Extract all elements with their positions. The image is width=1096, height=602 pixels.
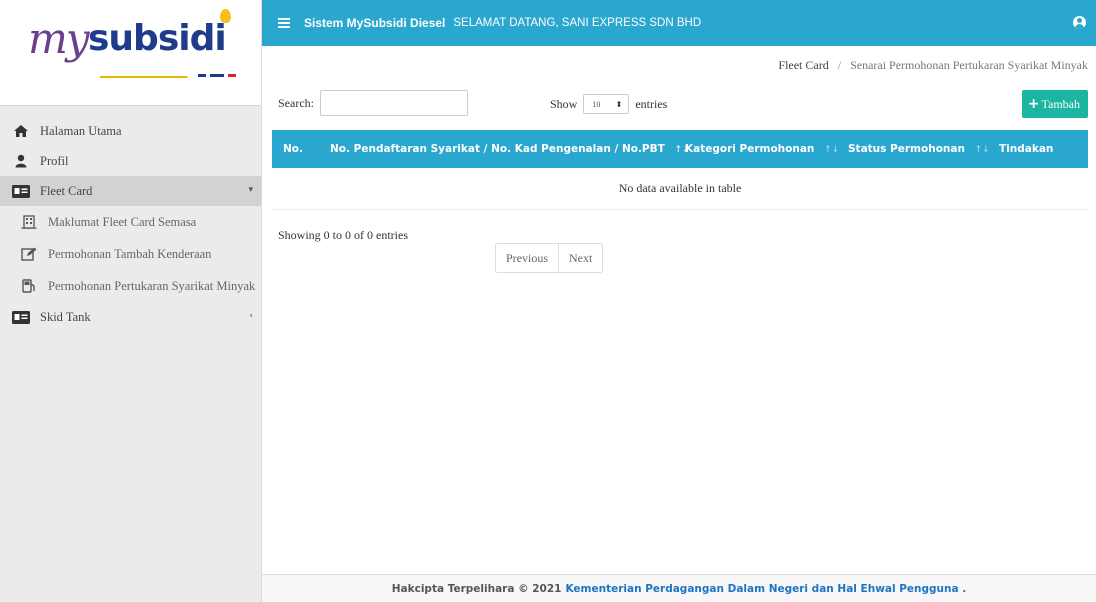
id-card-icon (12, 184, 30, 198)
previous-button[interactable]: Previous (496, 244, 558, 272)
entries-label: entries (635, 96, 668, 111)
welcome-text: SELAMAT DATANG, SANI EXPRESS SDN BHD (453, 17, 702, 29)
id-card-icon (12, 310, 30, 324)
select-arrows-icon: ⬍ (615, 99, 623, 109)
column-header-no[interactable]: No. (283, 143, 303, 155)
system-title: Sistem MySubsidi Diesel (304, 16, 446, 30)
next-button[interactable]: Next (558, 244, 603, 272)
main-content: Fleet Card / Senarai Permohonan Pertukar… (262, 46, 1096, 574)
building-icon (20, 215, 38, 229)
footer-org-link[interactable]: Kementerian Perdagangan Dalam Negeri dan… (565, 583, 966, 595)
show-label: Show (550, 96, 578, 111)
fuel-drop-icon (220, 9, 231, 23)
column-header-kategori[interactable]: Kategori Permohonan ↑↓ (685, 143, 839, 155)
column-header-status[interactable]: Status Permohonan ↑↓ (848, 143, 990, 155)
app-root: my subsidi Halaman Utama Profil Fleet Ca… (0, 0, 1096, 602)
page-size-value: 10 (592, 99, 601, 109)
chevron-left-icon: ‹ (249, 311, 253, 321)
search-input[interactable] (319, 90, 468, 116)
breadcrumb-current: Senarai Permohonan Pertukaran Syarikat M… (850, 58, 1088, 72)
sort-icon: ↑↓ (974, 145, 990, 155)
page-size-control: Show 10 ⬍ entries (550, 94, 667, 114)
table-empty-row: No data available in table (272, 168, 1088, 210)
pagination: Previous Next (495, 243, 604, 273)
sidebar: my subsidi Halaman Utama Profil Fleet Ca… (0, 0, 262, 602)
sidebar-item-label: Profil (40, 153, 69, 168)
sidebar-item-skid-tank[interactable]: Skid Tank ‹ (0, 302, 261, 332)
logo-my-text: my (28, 14, 90, 63)
logo-dashes (198, 74, 236, 77)
add-button-label: Tambah (1041, 96, 1080, 111)
edit-icon (20, 247, 38, 261)
user-account-icon[interactable] (1073, 16, 1086, 29)
home-icon (12, 124, 30, 138)
sidebar-subitem-maklumat-fleet-card[interactable]: Maklumat Fleet Card Semasa (0, 206, 261, 238)
sidebar-subitem-pertukaran-syarikat-minyak[interactable]: Permohonan Pertukaran Syarikat Minyak (0, 270, 261, 302)
add-button[interactable]: + Tambah (1021, 90, 1088, 118)
sidebar-item-label: Fleet Card (40, 183, 93, 198)
footer: Hakcipta Terpelihara © 2021 Kementerian … (262, 574, 1096, 602)
sidebar-item-fleet-card[interactable]: Fleet Card ▾ (0, 176, 261, 206)
search-label: Search: (278, 95, 314, 110)
footer-copyright: Hakcipta Terpelihara © 2021 (391, 582, 562, 595)
column-header-no-pendaftaran[interactable]: No. Pendaftaran Syarikat / No. Kad Penge… (330, 143, 690, 155)
sidebar-item-halaman-utama[interactable]: Halaman Utama (0, 116, 261, 146)
fleet-card-submenu: Maklumat Fleet Card Semasa Permohonan Ta… (0, 206, 261, 302)
table-info: Showing 0 to 0 of 0 entries (278, 228, 408, 242)
plus-icon: + (1027, 96, 1040, 112)
search-row: Search: (278, 90, 468, 116)
breadcrumb: Fleet Card / Senarai Permohonan Pertukar… (778, 58, 1088, 73)
sidebar-subitem-tambah-kenderaan[interactable]: Permohonan Tambah Kenderaan (0, 238, 261, 270)
sidebar-menu: Halaman Utama Profil Fleet Card ▾ Maklum… (0, 106, 261, 332)
logo-subsidi-text: subsidi (88, 18, 227, 59)
sidebar-item-label: Skid Tank (40, 309, 91, 324)
fuel-pump-icon (20, 279, 38, 293)
breadcrumb-parent[interactable]: Fleet Card (778, 58, 828, 72)
hamburger-menu-icon[interactable] (278, 16, 290, 30)
breadcrumb-separator: / (837, 58, 842, 72)
sidebar-subitem-label: Maklumat Fleet Card Semasa (48, 214, 197, 229)
sidebar-item-profil[interactable]: Profil (0, 146, 261, 176)
user-icon (12, 154, 30, 168)
sort-icon: ↑↓ (824, 145, 840, 155)
chevron-down-icon: ▾ (248, 185, 253, 195)
page-size-select[interactable]: 10 ⬍ (583, 94, 630, 114)
sidebar-subitem-label: Permohonan Pertukaran Syarikat Minyak (48, 278, 256, 293)
table-header: No. No. Pendaftaran Syarikat / No. Kad P… (272, 130, 1088, 168)
sidebar-item-label: Halaman Utama (40, 123, 122, 138)
column-header-tindakan[interactable]: Tindakan (999, 143, 1053, 155)
sidebar-subitem-label: Permohonan Tambah Kenderaan (48, 246, 212, 261)
brand-logo: my subsidi (0, 0, 261, 106)
top-bar: Sistem MySubsidi Diesel SELAMAT DATANG, … (262, 0, 1096, 46)
